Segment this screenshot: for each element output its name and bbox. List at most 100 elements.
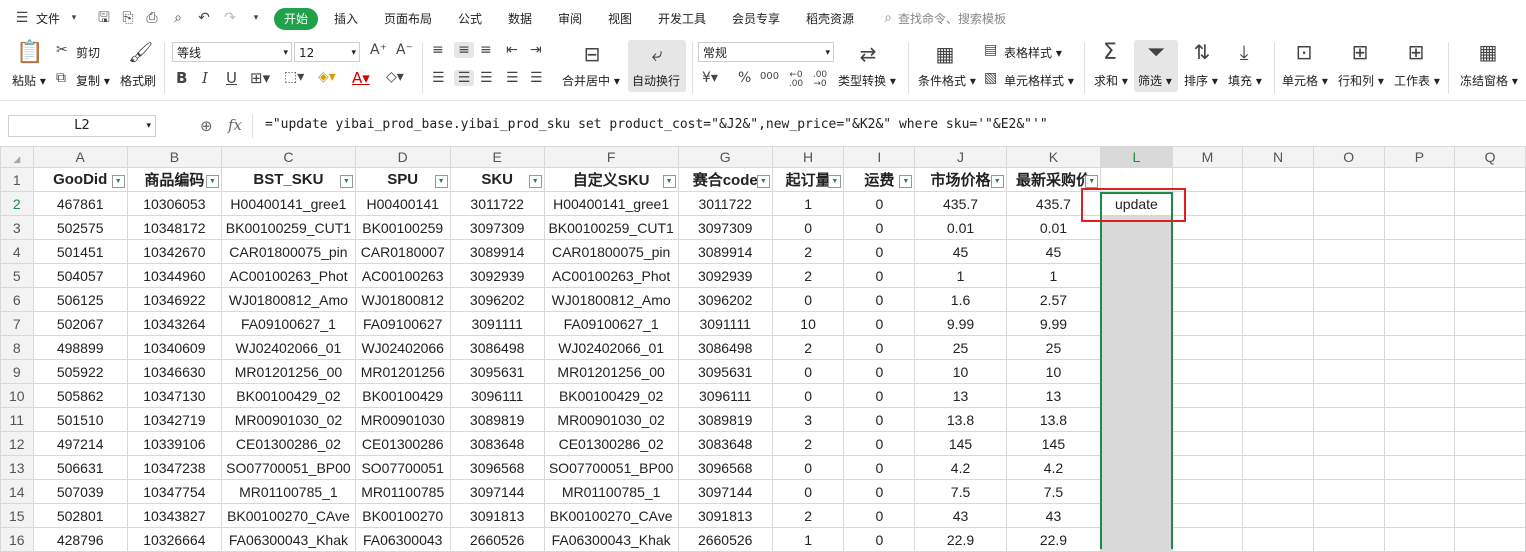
cell[interactable] [1454, 479, 1526, 504]
cell[interactable]: 3091813 [677, 503, 773, 528]
cell[interactable] [1242, 239, 1314, 264]
cell[interactable]: MR00901030_02 [543, 407, 679, 432]
print-preview-icon[interactable]: ⌕ [170, 10, 186, 26]
column-header[interactable]: J [914, 146, 1007, 168]
cell[interactable]: H00400141 [354, 191, 451, 216]
cell[interactable]: BK00100259_CUT1 [543, 215, 679, 240]
cell[interactable] [1242, 215, 1314, 240]
filter-dropdown-icon[interactable]: ▼ [899, 175, 913, 188]
cell[interactable]: 3095631 [677, 359, 773, 384]
cell[interactable] [1383, 263, 1456, 288]
increase-font-size-icon[interactable]: A⁺ [370, 42, 387, 58]
freeze-panes-icon[interactable]: ▦ [1476, 40, 1500, 64]
chevron-down-icon[interactable]: ▾ [66, 10, 82, 26]
cell[interactable]: 3092939 [449, 263, 545, 288]
cell[interactable]: 145 [914, 431, 1007, 456]
sum-icon[interactable]: Σ [1098, 40, 1122, 65]
tab-review[interactable]: 审阅 [558, 10, 582, 27]
cell[interactable]: 1 [771, 191, 845, 216]
tab-docer-resources[interactable]: 稻壳资源 [806, 10, 854, 27]
cell-button[interactable]: 单元格 ▾ [1282, 72, 1328, 89]
cell[interactable]: BK00100429_02 [221, 383, 356, 408]
cell[interactable] [1312, 167, 1385, 192]
clear-format-icon[interactable]: ◇▾ [386, 69, 404, 85]
cell[interactable] [1454, 311, 1526, 336]
cell[interactable]: 4.2 [1005, 455, 1102, 480]
borders-icon[interactable]: ⊞▾ [250, 69, 270, 87]
row-header[interactable]: 15 [0, 503, 34, 528]
cell[interactable] [1312, 503, 1385, 528]
cell[interactable] [1383, 335, 1456, 360]
cell[interactable]: 1 [914, 263, 1007, 288]
cell[interactable]: 0 [771, 383, 845, 408]
cell[interactable]: 13 [1005, 383, 1102, 408]
cell[interactable]: MR00901030_02 [221, 407, 356, 432]
align-right-icon[interactable]: ☰ [480, 70, 493, 86]
cell[interactable] [1242, 311, 1314, 336]
cell-column-L[interactable] [1100, 407, 1173, 432]
italic-icon[interactable]: I [202, 69, 208, 87]
name-box[interactable]: L2 ▾ [8, 115, 156, 137]
cell[interactable]: CE01300286_02 [543, 431, 679, 456]
cell[interactable] [1454, 359, 1526, 384]
cell-column-L[interactable] [1100, 311, 1173, 336]
undo-icon[interactable]: ↶ [196, 10, 212, 26]
cell[interactable]: 25 [1005, 335, 1102, 360]
cell[interactable]: 3091111 [449, 311, 545, 336]
cell[interactable]: 0.01 [1005, 215, 1102, 240]
cell[interactable] [1383, 239, 1456, 264]
percent-icon[interactable]: % [738, 70, 751, 86]
thousands-separator-icon[interactable]: 000 [760, 71, 779, 82]
cell[interactable]: 507039 [32, 479, 128, 504]
cell[interactable]: FA06300043_Khak [543, 527, 679, 552]
header-cell[interactable]: GooDid ▼ [32, 167, 128, 192]
column-header[interactable]: D [354, 146, 451, 168]
cell[interactable]: 3096568 [677, 455, 773, 480]
align-middle-icon[interactable]: ≡ [454, 42, 474, 58]
cell[interactable]: 3097144 [449, 479, 545, 504]
cell[interactable]: 3086498 [677, 335, 773, 360]
cell[interactable]: MR01100785_1 [221, 479, 356, 504]
cell[interactable]: 10348172 [126, 215, 223, 240]
column-header[interactable]: E [449, 146, 545, 168]
erase-border-icon[interactable]: ⬚▾ [284, 69, 304, 85]
filter-dropdown-icon[interactable]: ▼ [828, 175, 842, 188]
wrap-text-button[interactable]: ⤶ 自动换行 [628, 40, 686, 92]
cell[interactable]: 501451 [32, 239, 128, 264]
cell[interactable]: 10 [914, 359, 1007, 384]
cell[interactable] [1171, 431, 1244, 456]
cell[interactable]: WJ02402066_01 [221, 335, 356, 360]
cell[interactable] [1312, 287, 1385, 312]
cell-column-L[interactable] [1100, 239, 1173, 264]
cell[interactable]: 10347130 [126, 383, 223, 408]
cell[interactable] [1383, 191, 1456, 216]
column-header[interactable]: P [1383, 146, 1456, 168]
scissors-icon[interactable]: ✂ [56, 42, 68, 58]
bold-icon[interactable]: B [176, 69, 187, 87]
cell[interactable] [1242, 527, 1314, 552]
cell[interactable] [1242, 479, 1314, 504]
cell-style-button[interactable]: 单元格样式 ▾ [1004, 72, 1074, 89]
cell[interactable]: 10344960 [126, 263, 223, 288]
cell[interactable]: 0 [771, 215, 845, 240]
cell[interactable]: 0 [843, 503, 916, 528]
cell[interactable] [1383, 407, 1456, 432]
cell[interactable] [1383, 527, 1456, 552]
cell[interactable]: 2 [771, 239, 845, 264]
filter-dropdown-icon[interactable]: ▼ [662, 175, 676, 188]
cell-column-L[interactable] [1100, 431, 1173, 456]
cell[interactable]: MR01201256_00 [543, 359, 679, 384]
column-header[interactable]: M [1171, 146, 1244, 168]
cell[interactable] [1312, 311, 1385, 336]
column-header[interactable]: G [677, 146, 773, 168]
cell[interactable] [1171, 263, 1244, 288]
select-all-corner[interactable]: ◢ [0, 146, 34, 168]
cell[interactable]: 502575 [32, 215, 128, 240]
paste-button[interactable]: 粘贴 ▾ [12, 72, 46, 89]
number-format-dropdown[interactable]: 常规 ▾ [698, 42, 834, 62]
cell[interactable]: 435.7 [1005, 191, 1102, 216]
cell[interactable]: 502801 [32, 503, 128, 528]
cell[interactable] [1242, 287, 1314, 312]
cell[interactable]: 45 [1005, 239, 1102, 264]
cell[interactable] [1242, 383, 1314, 408]
